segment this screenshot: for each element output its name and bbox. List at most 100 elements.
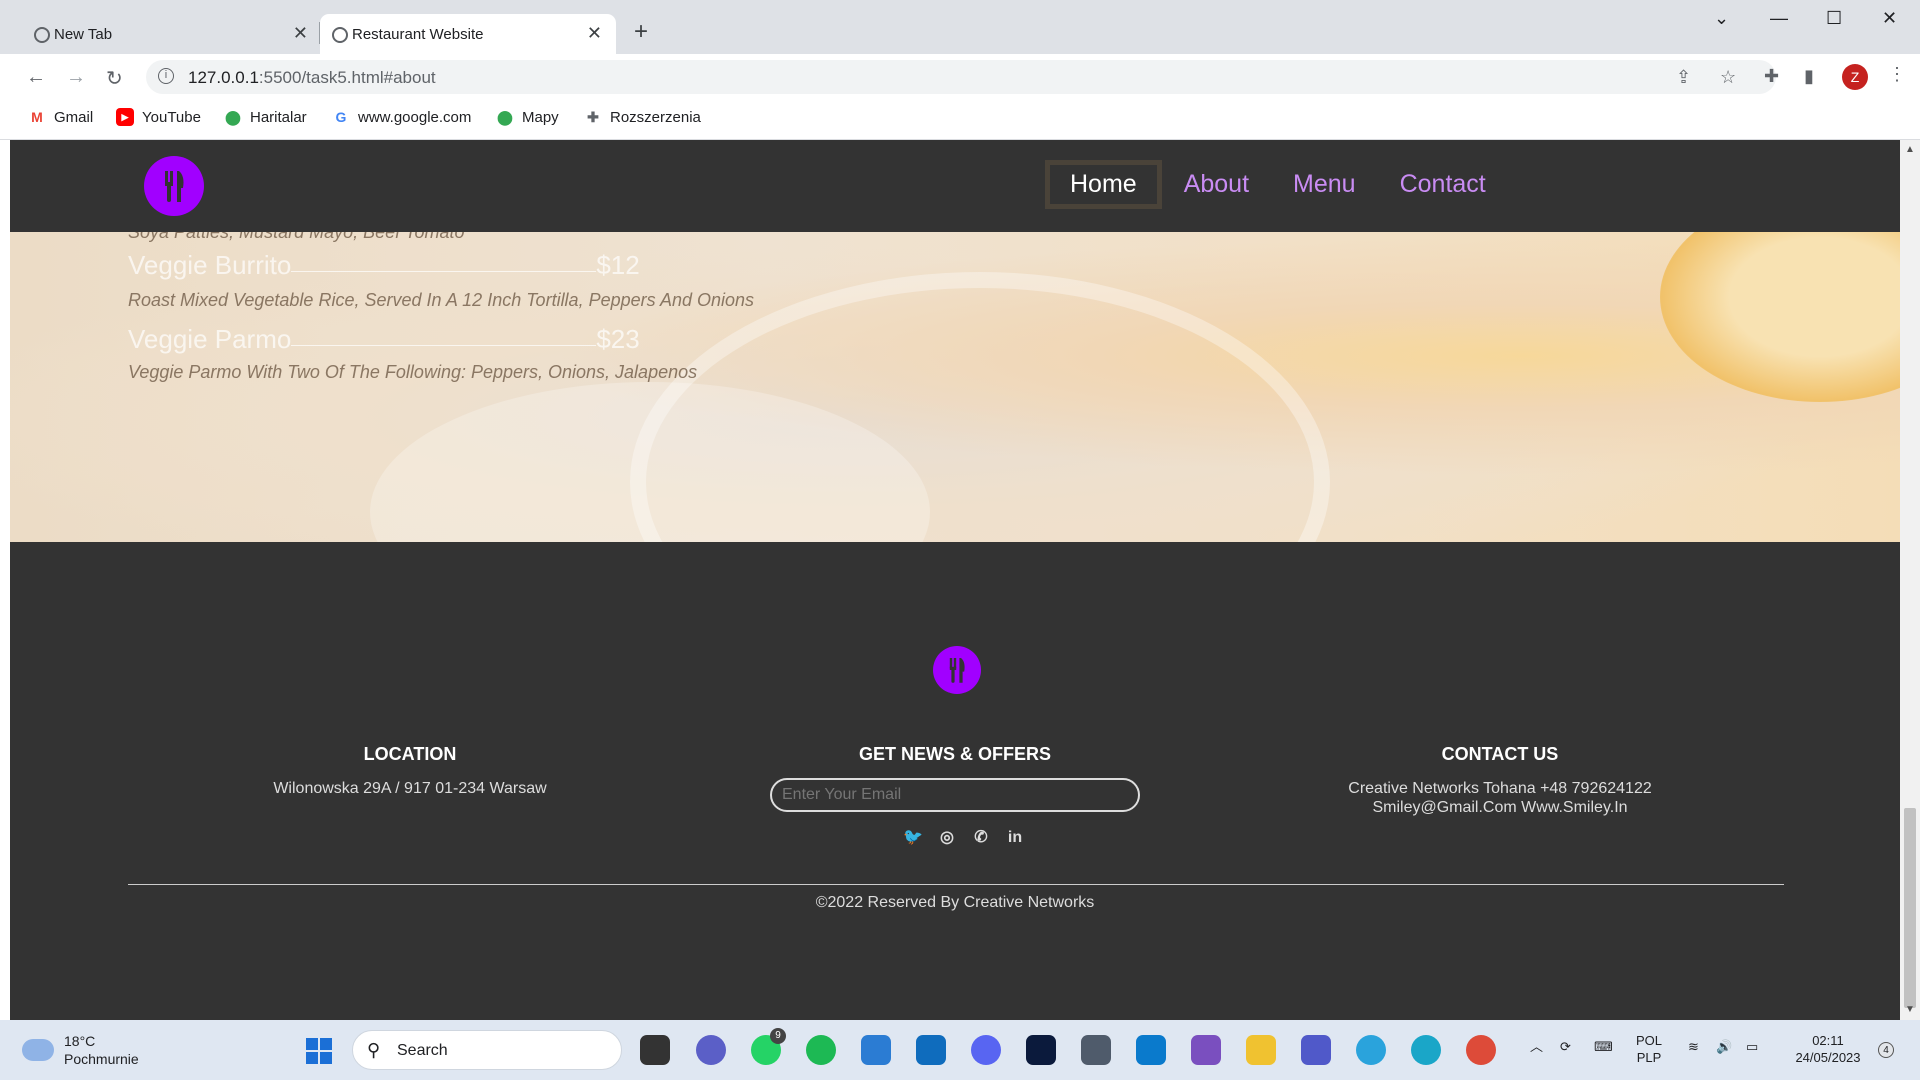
contact-line: Smiley@Gmail.Com Www.Smiley.In [1372,799,1628,816]
vscode-icon[interactable] [1136,1035,1166,1065]
extensions-icon[interactable]: ✚ [1764,66,1779,87]
close-tab-icon[interactable]: ✕ [587,23,602,44]
disney-plus-icon[interactable] [1026,1035,1056,1065]
url-text[interactable]: 127.0.0.1:5500/task5.html#about [188,68,436,88]
maps-icon: ⬤ [497,109,513,125]
new-tab-button[interactable]: + [634,18,648,46]
wifi-icon[interactable]: ≋ [1688,1038,1699,1055]
windows-start-icon[interactable] [306,1038,332,1064]
twitter-icon[interactable]: 🐦 [902,827,924,849]
google-icon: G [335,109,347,125]
side-panel-icon[interactable]: ▮ [1804,66,1814,87]
contact-title: CONTACT US [1441,744,1559,764]
teams-icon[interactable] [1301,1035,1331,1065]
close-tab-icon[interactable]: ✕ [293,23,308,44]
bookmark-youtube[interactable]: ▶ YouTube [116,108,201,126]
maximize-button[interactable]: ☐ [1826,8,1842,29]
edge-icon[interactable] [1411,1035,1441,1065]
file-explorer-icon[interactable] [1246,1035,1276,1065]
outlook-icon[interactable] [916,1035,946,1065]
visual-studio-icon[interactable] [1191,1035,1221,1065]
chrome-app-icon[interactable] [1466,1035,1496,1065]
address-bar[interactable]: i 127.0.0.1:5500/task5.html#about ⇪ ☆ [146,60,1776,94]
battery-icon[interactable]: ▭ [1746,1038,1758,1055]
clock[interactable]: 02:11 24/05/2023 [1786,1032,1870,1066]
nav-about[interactable]: About [1162,160,1271,209]
location-address: Wilonowska 29A / 917 01-234 Warsaw [273,780,547,797]
site-info-icon[interactable]: i [158,68,174,84]
notepad-icon[interactable] [861,1035,891,1065]
bookmark-haritalar[interactable]: ⬤ Haritalar [224,108,307,126]
news-title: GET NEWS & OFFERS [858,744,1051,764]
language-code: POL [1636,1033,1663,1048]
menu-item-leader [291,345,597,346]
spotify-icon[interactable] [806,1035,836,1065]
taskbar-search[interactable]: ⚲ Search [352,1030,622,1070]
copyright-text: ©2022 Reserved By Creative Networks [815,894,1095,911]
restaurant-logo[interactable] [144,156,204,216]
menu-item-leader [291,271,597,272]
bookmark-google[interactable]: G www.google.com [332,108,472,126]
bookmark-gmail[interactable]: M Gmail [28,108,93,126]
instagram-icon[interactable]: ◎ [936,827,958,849]
clock-date: 24/05/2023 [1795,1050,1861,1065]
menu-item-description: Roast Mixed Vegetable Rice, Served In A … [128,290,755,310]
puzzle-icon: ✚ [587,109,599,125]
weather-desc: Pochmurnie [64,1051,139,1067]
linkedin-icon[interactable]: in [1004,827,1026,849]
page-scrollbar[interactable]: ▲ ▼ [1900,140,1920,1020]
forward-icon[interactable]: → [66,66,86,89]
footer-divider [128,884,1784,885]
sync-icon[interactable]: ⟳ [1560,1038,1571,1055]
bookmark-label: www.google.com [358,108,472,126]
keyboard-layout: PLP [1636,1050,1662,1065]
back-icon[interactable]: ← [26,66,46,89]
fork-knife-icon [949,658,965,683]
menu-item: Veggie Burrito $12 [128,250,640,281]
globe-icon [332,27,348,43]
footer-logo[interactable] [933,646,981,694]
share-icon[interactable]: ⇪ [1676,67,1691,88]
page-viewport: Home About Menu Contact Soya Patties, Mu… [10,140,1900,1020]
bookmark-mapy[interactable]: ⬤ Mapy [496,108,559,126]
task-view-icon[interactable] [640,1035,670,1065]
discord-icon[interactable] [971,1035,1001,1065]
whatsapp-icon[interactable]: ✆ [970,827,992,849]
keyboard-icon[interactable]: ⌨ [1594,1038,1613,1055]
bookmark-label: Gmail [54,108,94,126]
volume-icon[interactable]: 🔊 [1716,1038,1732,1055]
star-icon[interactable]: ☆ [1720,67,1736,88]
nav-contact[interactable]: Contact [1378,160,1508,209]
newsletter-email-input[interactable] [770,778,1140,812]
search-label: Search [397,1042,448,1059]
tab-new-tab[interactable]: New Tab ✕ [22,14,322,54]
nav-home[interactable]: Home [1045,160,1162,209]
bookmark-label: YouTube [142,108,201,126]
tray-chevron-icon[interactable]: ︿ [1530,1038,1543,1055]
profile-avatar[interactable]: Z [1842,64,1868,90]
language-indicator[interactable]: POL PLP [1636,1032,1662,1066]
location-title: LOCATION [363,744,457,764]
more-menu-icon[interactable]: ⋮ [1888,64,1906,85]
chat-icon[interactable] [696,1035,726,1065]
telegram-icon[interactable] [1356,1035,1386,1065]
camera-icon[interactable] [1081,1035,1111,1065]
nav-menu[interactable]: Menu [1271,160,1378,209]
menu-item-price: $23 [596,324,640,354]
bookmark-rozszerzenia[interactable]: ✚ Rozszerzenia [584,108,701,126]
close-window-button[interactable]: ✕ [1882,8,1897,29]
cloud-icon [22,1039,54,1061]
bookmark-label: Rozszerzenia [610,108,701,126]
scroll-up-icon[interactable]: ▲ [1905,144,1915,155]
weather-temp: 18°C [64,1033,96,1049]
weather-widget[interactable]: 18°C Pochmurnie [22,1032,139,1068]
url-host: 127.0.0.1 [188,68,259,87]
scroll-down-icon[interactable]: ▼ [1905,1004,1915,1015]
tab-search-icon[interactable]: ⌄ [1714,8,1729,29]
reload-icon[interactable]: ↻ [106,66,123,91]
notification-count[interactable]: 4 [1878,1042,1894,1058]
minimize-button[interactable]: — [1770,8,1788,29]
search-icon: ⚲ [367,1040,381,1060]
scrollbar-thumb[interactable] [1904,808,1916,1008]
tab-restaurant-website[interactable]: Restaurant Website ✕ [320,14,616,54]
